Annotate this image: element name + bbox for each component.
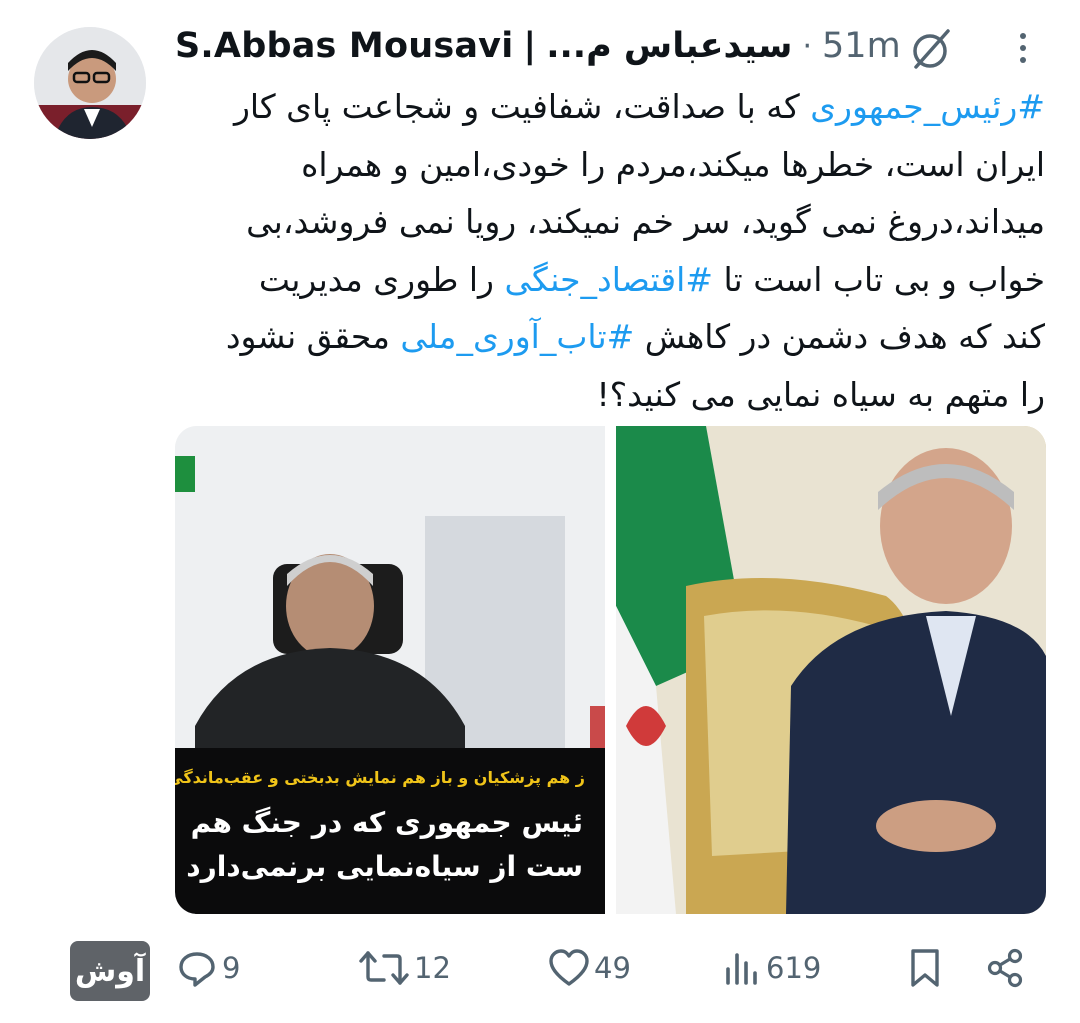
- tweet-text-segment: محقق نشود: [225, 317, 401, 356]
- share-icon: [987, 948, 1023, 988]
- tweet-text-segment: را متهم به سیاه نمایی می کنید؟!: [596, 374, 1045, 414]
- like-count: 49: [594, 951, 631, 985]
- retweet-count: 12: [414, 951, 451, 985]
- like-button[interactable]: 49: [548, 938, 631, 998]
- reply-icon: [179, 952, 215, 987]
- like-icon: [549, 949, 589, 986]
- tweet-text-segment: ایران است، خطرها میکند،مردم را خودی،امین…: [301, 144, 1045, 184]
- author-alt-name[interactable]: سیدعباس م...: [546, 26, 792, 66]
- reply-button[interactable]: 9: [176, 938, 240, 998]
- tweet-text-line: میداند،دروغ نمی گوید، سر خم نمیکند، رویا…: [165, 193, 1045, 251]
- bookmark-icon: [911, 949, 939, 987]
- tweet-text-line: ایران است، خطرها میکند،مردم را خودی،امین…: [165, 136, 1045, 194]
- views-icon: [726, 953, 757, 985]
- tweet-text-segment: خواب و بی تاب است تا: [712, 259, 1045, 299]
- header-dot: ·: [802, 28, 813, 64]
- tweet-header: S.Abbas Mousavi | سیدعباس م... · 51m: [175, 22, 975, 70]
- retweet-button[interactable]: 12: [358, 938, 451, 998]
- translate-badge[interactable]: آوش: [70, 941, 150, 1001]
- media-caption-line1: ئیس جمهوری که در جنگ هم: [190, 806, 583, 839]
- retweet-icon: [359, 951, 409, 985]
- tweet-text-line: کند که هدف دشمن در کاهش #تاب_آوری_ملی مح…: [165, 308, 1045, 366]
- hashtag-link[interactable]: #تاب_آوری_ملی: [400, 317, 634, 356]
- media-caption-yellow: ز هم پزشکیان و باز هم نمایش بدبختی و عقب…: [175, 768, 585, 787]
- tweet-text-segment: کند که هدف دشمن در کاهش: [634, 317, 1045, 356]
- tweet-text-segment: میداند،دروغ نمی گوید، سر خم نمیکند، رویا…: [246, 202, 1045, 241]
- media-caption-line2: ست از سیاه‌نمایی برنمی‌دارد: [186, 850, 583, 883]
- bookmark-button[interactable]: [905, 938, 945, 998]
- tweet-text-line: خواب و بی تاب است تا #اقتصاد_جنگی را طور…: [165, 251, 1045, 309]
- tweet-text: #رئیس_جمهوری که با صداقت، شفافیت و شجاعت…: [165, 78, 1045, 423]
- name-separator: |: [523, 26, 537, 66]
- reply-count: 9: [222, 951, 241, 985]
- views-button[interactable]: 619: [722, 938, 821, 998]
- media-image-left[interactable]: ز هم پزشکیان و باز هم نمایش بدبختی و عقب…: [175, 426, 605, 914]
- tweet-text-line: را متهم به سیاه نمایی می کنید؟!: [165, 366, 1045, 424]
- tweet-text-line: #رئیس_جمهوری که با صداقت، شفافیت و شجاعت…: [165, 78, 1045, 136]
- media-image-right[interactable]: [616, 426, 1046, 914]
- grok-icon[interactable]: [908, 25, 956, 73]
- tweet-text-segment: را طوری مدیریت: [258, 259, 505, 299]
- author-avatar[interactable]: [34, 27, 146, 139]
- tweet-media[interactable]: ز هم پزشکیان و باز هم نمایش بدبختی و عقب…: [175, 426, 1046, 914]
- tweet-time[interactable]: 51m: [822, 26, 901, 66]
- hashtag-link[interactable]: #اقتصاد_جنگی: [504, 260, 713, 299]
- hashtag-link[interactable]: #رئیس_جمهوری: [810, 87, 1045, 126]
- author-name[interactable]: S.Abbas Mousavi: [175, 26, 513, 66]
- views-count: 619: [766, 951, 822, 985]
- tweet-text-segment: که با صداقت، شفافیت و شجاعت پای کار: [233, 87, 811, 126]
- more-icon[interactable]: [1008, 28, 1038, 68]
- share-button[interactable]: [984, 938, 1026, 998]
